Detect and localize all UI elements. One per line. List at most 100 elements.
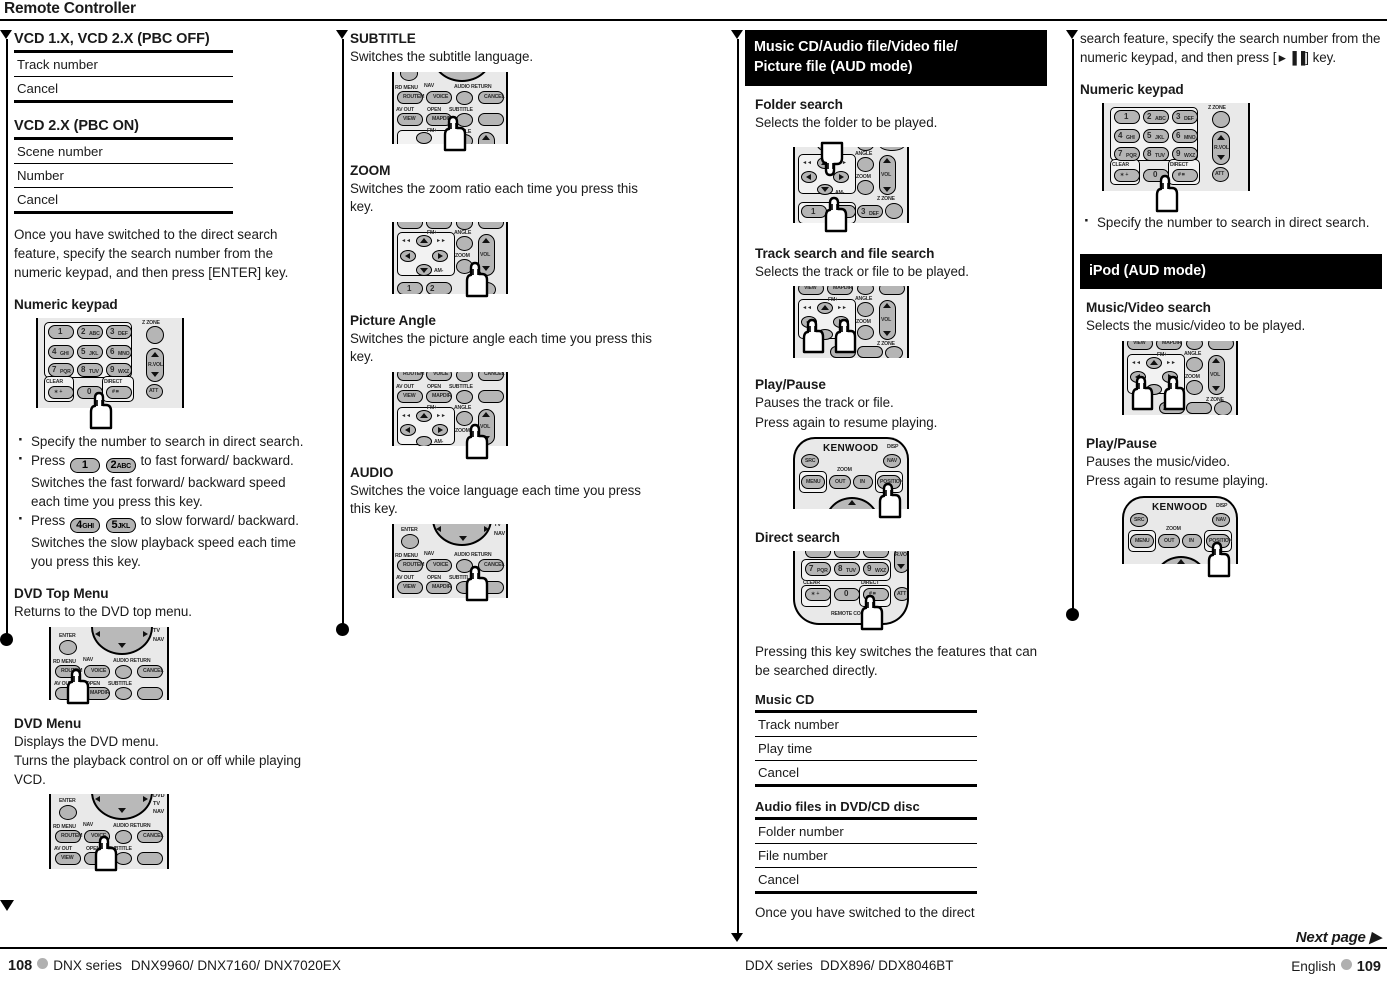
play-pause-ipod-desc1: Pauses the music/video. (1086, 453, 1230, 469)
view-label: VIEW (1133, 340, 1146, 346)
mapdir-label: MAPDIR (833, 286, 853, 291)
direct-label: DIRECT (104, 379, 123, 386)
next-page-link[interactable]: Next page ▶ (1296, 928, 1381, 946)
key-0-label: 0 (844, 589, 849, 598)
rvol-down-icon (897, 564, 905, 569)
key-angle (456, 235, 473, 251)
footer-dot-icon (1340, 959, 1352, 970)
key-chip-2abc: 2ABC (105, 458, 136, 474)
list-item: Press 4GHI 5JKL to slow forward/ backwar… (14, 509, 316, 571)
angle-label: ANGLE (454, 404, 472, 411)
rdsmenu-label: RD MENU (395, 552, 418, 559)
band-line: iPod (AUD mode) (1089, 263, 1206, 279)
continued-text: search feature, specify the search numbe… (1080, 30, 1382, 67)
remote-illustration-zoom: FM+ ◄◄ ►► AM- ANGLE ZOOM VOL 1 2 (392, 221, 542, 300)
dvd-top-menu-desc: Returns to the DVD top menu. (14, 604, 192, 620)
key-9-label: 9 (867, 564, 872, 573)
right-icon (438, 426, 443, 433)
table-row: Scene number (14, 140, 233, 164)
fm-label: FM+ (427, 404, 437, 411)
key-1-label: 1 (58, 327, 63, 337)
key-am-down (416, 435, 432, 446)
table-bottom-rule (755, 784, 977, 788)
key-4-label: 4 (1118, 131, 1123, 140)
dpad-right-icon (143, 796, 148, 803)
key-chip-sub: JKL (117, 523, 131, 531)
vol-label: VOL (480, 251, 491, 258)
vol-up-icon (1212, 357, 1220, 363)
heading-numeric-keypad: Numeric keypad (14, 297, 118, 313)
heading-play-pause: Play/Pause (755, 377, 826, 392)
key-1-label: 1 (1124, 112, 1129, 121)
bracket-close-key: ] key. (1305, 49, 1337, 65)
angle-label: ANGLE (454, 229, 472, 236)
zoom-label: ZOOM (856, 173, 871, 180)
key-2-label: 2 (1147, 112, 1152, 121)
direct-search-paragraph: Once you have switched to the direct sea… (14, 227, 289, 281)
key-enter (400, 71, 418, 81)
key-6-label: 6 (110, 347, 115, 357)
heading-dvd-top-menu: DVD Top Menu (14, 586, 109, 602)
prev-track-icon: ◄◄ (802, 159, 812, 166)
table-row: Track number (755, 713, 977, 737)
heading-music-cd: Music CD (755, 692, 815, 707)
heading-audio: AUDIO (350, 464, 394, 480)
am-down-icon (420, 267, 428, 273)
fm-up-icon (821, 305, 829, 310)
table-row: Number (14, 164, 233, 188)
guide-triangle-icon (336, 30, 348, 39)
key-zzone (1214, 400, 1232, 415)
remote-illustration-subtitle: RD MENU NAV ROUTEM VOICE AUDIO RETURN CA… (392, 71, 542, 151)
table-row: Folder number (755, 820, 977, 844)
nav-label: NAV (83, 822, 93, 829)
table-row: Play time (755, 737, 977, 761)
band-line-1: Music CD/Audio file/Video file/ (754, 39, 958, 55)
vol-up-icon (883, 157, 891, 163)
view-label: VIEW (403, 583, 416, 590)
remote-illustration-track-search: VIEW MAPDIR FM+ ◄◄ ►► ANGLE ZOOM VOL Z Z (793, 286, 943, 362)
vol-up-icon (482, 237, 490, 243)
menu-label: MENU (1135, 537, 1150, 544)
vol-label: VOL (881, 171, 892, 178)
band-line-2: Picture file (AUD mode) (754, 59, 913, 75)
guide-line (737, 39, 739, 939)
key-phone (1208, 340, 1234, 350)
avout-label: AV OUT (396, 383, 415, 390)
remote-illustration-direct-search: 7 PQR 8 TUV 9 WXZ CLEAR DIRECT ∗ + 0 # ⌗… (793, 551, 943, 631)
voice-label: VOICE (433, 561, 449, 568)
nav-label: NAV (424, 550, 434, 557)
heading-audio-files: Audio files in DVD/CD disc (755, 799, 920, 815)
folder-search-desc: Selects the folder to be played. (755, 115, 938, 130)
next-track-icon: ►► (1166, 359, 1176, 366)
fm-up-icon (420, 412, 428, 418)
guide-dot-icon (336, 623, 350, 636)
enter-label: ENTER (59, 798, 76, 805)
rdsmenu-label: RD MENU (395, 84, 418, 91)
key-angle (857, 156, 874, 172)
play-pause-ipod-desc2: Press again to resume playing. (1086, 473, 1269, 488)
key-7-sub: PQR (817, 568, 828, 574)
zzone-label: Z ZONE (877, 195, 895, 202)
key-phone (879, 286, 905, 295)
key-9-label: 9 (110, 365, 115, 375)
angle-label: ANGLE (1184, 350, 1202, 357)
vol-up-icon (482, 411, 490, 417)
direct-label: DIRECT (1170, 162, 1189, 168)
pointing-hand-icon (458, 564, 492, 602)
left-icon (806, 173, 811, 180)
guide-triangle-icon (0, 30, 12, 39)
footer-series-left: DNX series (53, 958, 122, 973)
mapdir-label: MAPDIR (432, 583, 452, 590)
footer-right: English 109 (1291, 958, 1381, 976)
key-3-sub: DEF (1184, 116, 1194, 122)
section-band-ipod: iPod (AUD mode) (1080, 254, 1382, 289)
vol-up-icon (482, 134, 490, 140)
dpad-down-icon (118, 642, 126, 648)
table-bottom-rule (14, 100, 233, 104)
table-music-cd: Track number Play time Cancel (755, 710, 977, 788)
key-9-sub: WXZ (875, 568, 886, 574)
rvol-up-icon (151, 352, 159, 358)
guide-line (1072, 39, 1074, 614)
guide-dot-icon (0, 633, 14, 646)
key-chip-sub: ABC (116, 463, 132, 471)
